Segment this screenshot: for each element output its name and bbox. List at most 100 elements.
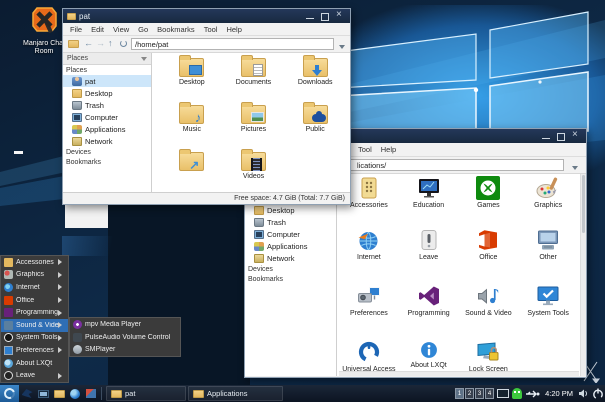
folder-shortcut[interactable]: ↗ xyxy=(161,149,223,192)
app-leave[interactable]: Leave xyxy=(399,226,459,282)
sidebar-group-bookmarks[interactable]: Bookmarks xyxy=(245,274,336,284)
app-about-lxqt[interactable]: About LXQt xyxy=(399,338,459,371)
refresh-icon[interactable] xyxy=(120,40,127,47)
sidebar-item-network[interactable]: Network xyxy=(63,135,151,147)
startmenu-item-leave[interactable]: Leave xyxy=(1,369,68,382)
mpv-icon xyxy=(73,320,82,329)
power-icon[interactable] xyxy=(592,388,604,400)
app-universal-access[interactable]: Universal Access xyxy=(339,338,399,371)
app-other[interactable]: Other xyxy=(518,226,578,282)
startmenu-item-programming[interactable]: Programming xyxy=(1,306,68,319)
sidebar-item-computer[interactable]: Computer xyxy=(245,228,336,240)
menu-tool[interactable]: Tool xyxy=(204,25,218,34)
workspace-3[interactable]: 3 xyxy=(475,388,484,399)
app-internet[interactable]: Internet xyxy=(339,226,399,282)
clock[interactable]: 4:20 PM xyxy=(543,389,575,398)
submenu-item-pulseaudio[interactable]: PulseAudio Volume Control xyxy=(70,331,180,344)
workspace-1[interactable]: 1 xyxy=(455,388,464,399)
quicklaunch-browser[interactable] xyxy=(19,386,35,401)
sidebar-item-applications[interactable]: Applications xyxy=(245,240,336,252)
folder-pictures[interactable]: Pictures xyxy=(223,102,285,149)
workspace-pager[interactable]: 1 2 3 4 xyxy=(455,388,494,399)
startmenu-item-system-tools[interactable]: System Tools xyxy=(1,332,68,345)
sidebar-group-devices[interactable]: Devices xyxy=(245,264,336,274)
up-icon[interactable]: ↑ xyxy=(108,38,113,48)
quicklaunch-places[interactable] xyxy=(83,386,99,401)
folder-videos[interactable]: Videos xyxy=(223,149,285,192)
vertical-scrollbar[interactable] xyxy=(580,174,586,376)
start-button[interactable] xyxy=(0,385,19,402)
app-programming[interactable]: Programming xyxy=(399,282,459,338)
startmenu-item-preferences[interactable]: Preferences xyxy=(1,344,68,357)
sidebar-item-network[interactable]: Network xyxy=(245,252,336,264)
menu-go[interactable]: Go xyxy=(138,25,148,34)
task-button-pat[interactable]: pat xyxy=(106,386,186,401)
address-bar[interactable]: lications/ xyxy=(331,159,564,171)
sidebar-item-applications[interactable]: Applications xyxy=(63,123,151,135)
sidebar-pane-header[interactable]: Places xyxy=(63,53,151,65)
address-dropdown-icon[interactable] xyxy=(335,39,349,50)
app-system-tools[interactable]: System Tools xyxy=(518,282,578,338)
forward-icon[interactable]: → xyxy=(96,38,105,48)
maximize-icon[interactable] xyxy=(555,131,567,141)
folder-documents[interactable]: Documents xyxy=(223,55,285,102)
address-dropdown-icon[interactable] xyxy=(568,160,582,171)
app-office[interactable]: Office xyxy=(459,226,519,282)
app-sound-video[interactable]: Sound & Video xyxy=(459,282,519,338)
sidebar-group-bookmarks[interactable]: Bookmarks xyxy=(63,157,151,167)
startmenu-item-internet[interactable]: Internet xyxy=(1,281,68,294)
sidebar-item-trash[interactable]: Trash xyxy=(63,99,151,111)
workspace-2[interactable]: 2 xyxy=(465,388,474,399)
quicklaunch-file-manager[interactable] xyxy=(51,386,67,401)
sidebar-item-desktop[interactable]: Desktop xyxy=(245,204,336,216)
menu-edit[interactable]: Edit xyxy=(91,25,104,34)
sound-video-submenu: mpv Media Player PulseAudio Volume Contr… xyxy=(69,317,181,357)
folder-public[interactable]: Public xyxy=(284,102,346,149)
sidebar-item-pat[interactable]: pat xyxy=(63,75,151,87)
submenu-item-smplayer[interactable]: SMPlayer xyxy=(70,343,180,356)
menu-tool[interactable]: Tool xyxy=(358,145,372,154)
menu-file[interactable]: File xyxy=(70,25,82,34)
app-graphics[interactable]: Graphics xyxy=(518,174,578,226)
startmenu-item-graphics[interactable]: Graphics xyxy=(1,269,68,282)
close-icon[interactable] xyxy=(570,131,582,141)
close-icon[interactable] xyxy=(334,11,346,21)
startmenu-item-about-lxqt[interactable]: About LXQt xyxy=(1,357,68,370)
startmenu-item-office[interactable]: Office xyxy=(1,294,68,307)
horizontal-scrollbar[interactable] xyxy=(339,371,579,376)
menu-help[interactable]: Help xyxy=(226,25,241,34)
task-button-applications[interactable]: Applications xyxy=(188,386,283,401)
address-bar[interactable]: /home/pat xyxy=(131,38,334,50)
usb-device-icon[interactable] xyxy=(525,389,540,399)
quicklaunch-web[interactable] xyxy=(67,386,83,401)
pat-titlebar[interactable]: pat xyxy=(63,9,350,23)
startmenu-item-accessories[interactable]: Accessories xyxy=(1,256,68,269)
sidebar-group-devices[interactable]: Devices xyxy=(63,147,151,157)
sidebar-item-desktop[interactable]: Desktop xyxy=(63,87,151,99)
menu-view[interactable]: View xyxy=(113,25,129,34)
back-icon[interactable]: ← xyxy=(84,38,93,48)
workspace-4[interactable]: 4 xyxy=(485,388,494,399)
folder-desktop[interactable]: Desktop xyxy=(161,55,223,102)
app-preferences[interactable]: Preferences xyxy=(339,282,399,338)
minimize-icon[interactable] xyxy=(540,131,552,141)
green-tray-icon[interactable] xyxy=(512,388,522,399)
maximize-icon[interactable] xyxy=(319,11,331,21)
app-education[interactable]: Education xyxy=(399,174,459,226)
quicklaunch-terminal[interactable] xyxy=(35,386,51,401)
folder-music[interactable]: ♪Music xyxy=(161,102,223,149)
minimize-icon[interactable] xyxy=(304,11,316,21)
network-monitor-icon[interactable] xyxy=(497,389,509,398)
app-games[interactable]: Games xyxy=(459,174,519,226)
sidebar-group-places[interactable]: Places xyxy=(63,65,151,75)
startmenu-item-sound-video[interactable]: Sound & Video xyxy=(1,319,68,332)
volume-icon[interactable] xyxy=(578,388,589,399)
menu-bookmarks[interactable]: Bookmarks xyxy=(157,25,195,34)
app-lock-screen[interactable]: Lock Screen xyxy=(459,338,519,371)
menu-help[interactable]: Help xyxy=(381,145,396,154)
folder-downloads[interactable]: Downloads xyxy=(284,55,346,102)
sidebar-item-trash[interactable]: Trash xyxy=(245,216,336,228)
sidebar-item-computer[interactable]: Computer xyxy=(63,111,151,123)
submenu-item-mpv[interactable]: mpv Media Player xyxy=(70,318,180,331)
new-folder-icon[interactable] xyxy=(68,40,79,48)
